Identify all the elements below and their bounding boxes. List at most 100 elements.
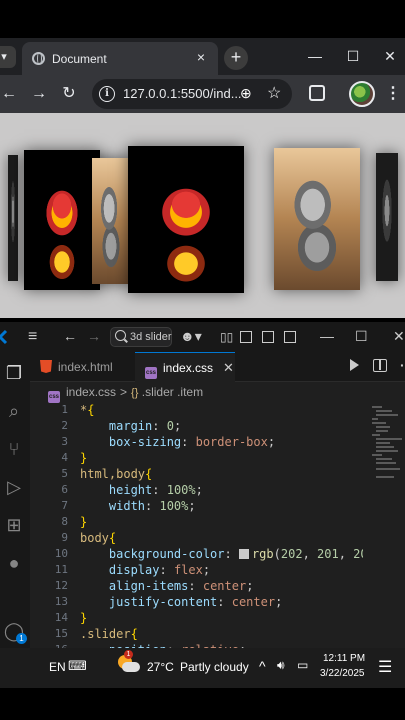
code-line[interactable]: 14} — [30, 610, 363, 626]
color-swatch[interactable] — [238, 549, 249, 559]
browser-tab[interactable]: Document × — [22, 42, 218, 75]
tab-index-html[interactable]: index.html — [40, 352, 140, 382]
code-text: width: 100%; — [108, 499, 196, 513]
explorer-icon[interactable]: ❐ — [3, 362, 25, 384]
breadcrumb-separator: > — [120, 385, 128, 399]
bookmark-star-icon[interactable]: ☆ — [267, 83, 281, 103]
site-info-icon[interactable]: i — [99, 86, 115, 102]
temperature[interactable]: 27°C — [147, 660, 174, 674]
code-editor[interactable]: 1 *{2 margin: 0; 3 box-sizing: border-box;… — [30, 402, 363, 652]
account-icon[interactable]: ◯ 1 — [3, 620, 27, 644]
code-text: html,body{ — [80, 467, 153, 481]
close-window-button[interactable]: ✕ — [375, 44, 405, 68]
forward-button[interactable]: → — [28, 83, 50, 105]
clock-date[interactable]: 3/22/2025 — [320, 668, 365, 679]
layout-customize-icon[interactable]: ▯▯ — [220, 330, 233, 344]
weather-badge: 1 — [124, 650, 133, 659]
tab-index-css[interactable]: css index.css ✕ — [135, 352, 235, 382]
code-text: justify-content: center; — [108, 595, 283, 609]
reload-button[interactable]: ↻ — [58, 83, 80, 105]
search-icon[interactable]: ⌕ — [3, 400, 25, 422]
keyboard-icon[interactable]: ⌨ — [68, 658, 87, 674]
code-line[interactable]: 7 width: 100%; — [30, 498, 363, 514]
tab-title: Document — [52, 52, 107, 66]
vscode-minimize-button[interactable]: — — [320, 328, 334, 344]
code-line[interactable]: 15 .slider{ — [30, 626, 363, 642]
split-editor-icon[interactable] — [373, 359, 387, 372]
breadcrumb-file[interactable]: index.css — [66, 385, 116, 399]
command-center-search[interactable]: 3d slider — [110, 327, 172, 347]
more-actions-icon[interactable]: ··· — [400, 357, 405, 373]
line-number: 9 — [61, 531, 68, 544]
minimap[interactable] — [368, 402, 402, 502]
line-number: 1 — [61, 403, 68, 416]
breadcrumb-symbol[interactable]: .slider .item — [142, 385, 203, 399]
code-line[interactable]: 5 html,body{ — [30, 466, 363, 482]
code-text: } — [80, 515, 88, 529]
code-line[interactable]: 8} — [30, 514, 363, 530]
code-line[interactable]: 4} — [30, 450, 363, 466]
minimize-button[interactable]: — — [300, 44, 330, 68]
maximize-button[interactable]: ☐ — [338, 44, 368, 68]
clock-time[interactable]: 12:11 PM — [323, 653, 365, 664]
tab-close-icon[interactable]: ✕ — [223, 360, 234, 375]
source-control-icon[interactable]: ⑂ — [3, 438, 25, 460]
tab-label: index.html — [58, 360, 113, 374]
browser-toolbar: ← → ↻ i 127.0.0.1:5500/ind... ⊕ ☆ ⋮ — [0, 75, 405, 113]
nav-forward-icon[interactable]: → — [87, 328, 101, 344]
vscode-close-button[interactable]: ✕ — [393, 328, 405, 345]
copilot-icon[interactable]: ☻▾ — [180, 328, 202, 345]
tab-close-button[interactable]: × — [192, 49, 210, 65]
weather-condition[interactable]: Partly cloudy — [180, 660, 249, 674]
page-viewport — [0, 113, 405, 318]
html5-icon — [40, 360, 52, 373]
code-line[interactable]: 10 background-color: rgb(202, 201, 201); — [30, 546, 363, 562]
code-text: .slider{ — [80, 627, 138, 641]
code-line[interactable]: 1 *{ — [30, 402, 363, 418]
line-number: 12 — [54, 579, 68, 592]
vscode-maximize-button[interactable]: ☐ — [355, 328, 368, 345]
profile-avatar[interactable] — [349, 81, 375, 107]
code-line[interactable]: 6 height: 100%; — [30, 482, 363, 498]
toggle-secondary-sidebar-icon[interactable] — [284, 331, 296, 343]
toggle-panel-icon[interactable] — [262, 331, 274, 343]
code-text: box-sizing: border-box; — [108, 435, 276, 449]
code-line[interactable]: 9 body{ — [30, 530, 363, 546]
breadcrumb: css index.css >{} .slider .item — [30, 382, 405, 403]
tab-label: index.css — [163, 361, 214, 375]
zoom-icon[interactable]: ⊕ — [240, 85, 252, 102]
code-text: *{ — [80, 403, 95, 417]
command-center-text: 3d slider — [130, 331, 172, 343]
code-line[interactable]: 2 margin: 0; — [30, 418, 363, 434]
toggle-primary-sidebar-icon[interactable] — [240, 331, 252, 343]
menu-hamburger-icon[interactable]: ≡ — [28, 328, 37, 346]
slider-item — [128, 146, 244, 293]
code-line[interactable]: 3 box-sizing: border-box; — [30, 434, 363, 450]
code-text: margin: 0; — [108, 419, 182, 433]
back-button[interactable]: ← — [0, 83, 20, 105]
vscode-logo-icon — [0, 329, 8, 345]
code-text: } — [80, 611, 88, 625]
address-bar[interactable]: i 127.0.0.1:5500/ind... — [92, 79, 292, 109]
browser-menu-icon[interactable]: ⋮ — [385, 83, 401, 103]
github-icon[interactable]: ● — [3, 552, 25, 574]
language-indicator[interactable]: EN — [49, 660, 66, 674]
extensions-icon[interactable]: ⊞ — [3, 514, 25, 536]
code-line[interactable]: 12 align-items: center; — [30, 578, 363, 594]
line-number: 3 — [61, 435, 68, 448]
new-tab-button[interactable]: + — [224, 46, 248, 70]
code-line[interactable]: 13 justify-content: center; — [30, 594, 363, 610]
code-line[interactable]: 11 display: flex; — [30, 562, 363, 578]
tray-chevron-icon[interactable]: ^ — [259, 658, 266, 674]
url-text[interactable]: 127.0.0.1:5500/ind... — [123, 86, 242, 101]
run-icon[interactable] — [350, 359, 359, 371]
nav-back-icon[interactable]: ← — [63, 328, 77, 344]
notifications-icon[interactable]: ☰ — [378, 657, 392, 677]
run-debug-icon[interactable]: ▷ — [3, 476, 25, 498]
tab-search-button[interactable]: ▾ — [0, 46, 16, 68]
tab-strip: ▾ Document × + — ☐ ✕ — [0, 38, 405, 75]
extensions-icon[interactable] — [309, 85, 325, 101]
battery-icon[interactable]: ▭ — [297, 658, 308, 672]
speaker-icon[interactable]: 🔊︎ — [277, 658, 285, 673]
line-number: 2 — [61, 419, 68, 432]
